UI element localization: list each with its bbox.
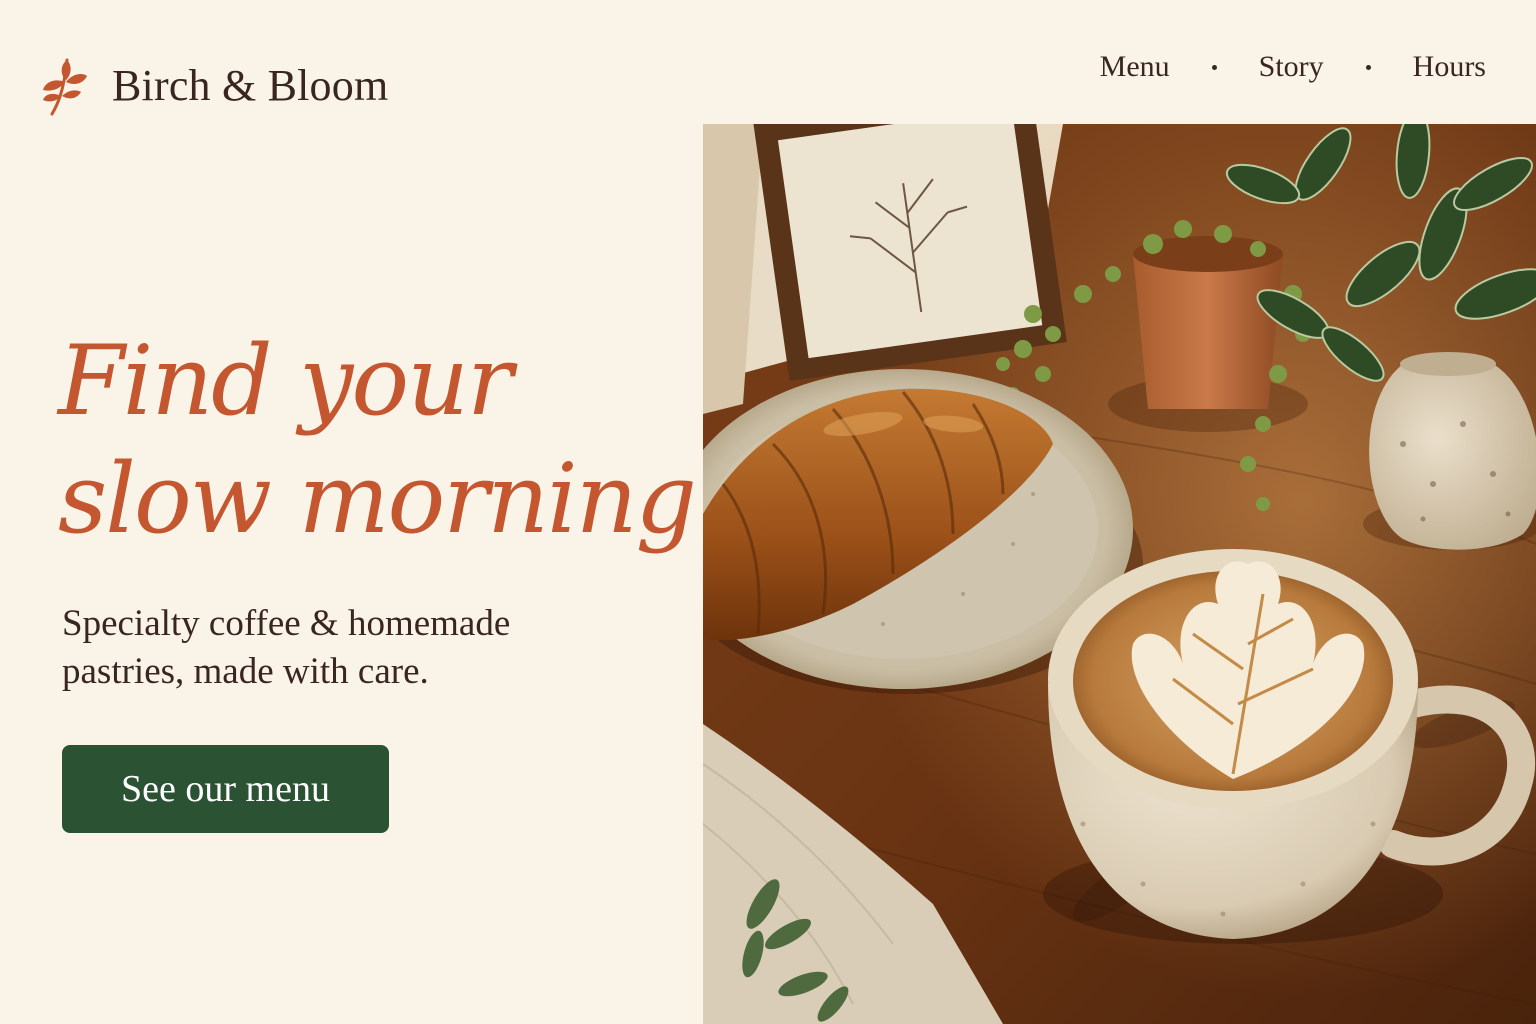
hero-subtitle: Specialty coffee & homemade pastries, ma… xyxy=(62,600,622,696)
latte-and-croissant-photo xyxy=(703,124,1536,1024)
nav-link-story[interactable]: Story xyxy=(1259,50,1324,84)
hero-headline-line-2: slow morning. xyxy=(58,443,725,555)
main-nav: Menu Story Hours xyxy=(1100,44,1486,90)
see-menu-button[interactable]: See our menu xyxy=(62,745,389,833)
nav-separator-dot xyxy=(1211,64,1217,70)
leaf-sprig-icon xyxy=(43,58,87,116)
hero-photo-illustration xyxy=(703,124,1536,1024)
hero-subtitle-line-2: pastries, made with care. xyxy=(62,651,429,692)
nav-separator-dot xyxy=(1365,64,1371,70)
hero-subtitle-line-1: Specialty coffee & homemade xyxy=(62,603,511,644)
brand-name: Birch & Bloom xyxy=(112,60,389,110)
nav-link-menu[interactable]: Menu xyxy=(1100,50,1170,84)
hero-headline-line-1: Find your xyxy=(58,325,513,437)
brand-logo[interactable]: Birch & Bloom xyxy=(40,50,388,120)
hero-headline: Find your slow morning. xyxy=(58,322,725,558)
nav-link-hours[interactable]: Hours xyxy=(1413,50,1486,84)
